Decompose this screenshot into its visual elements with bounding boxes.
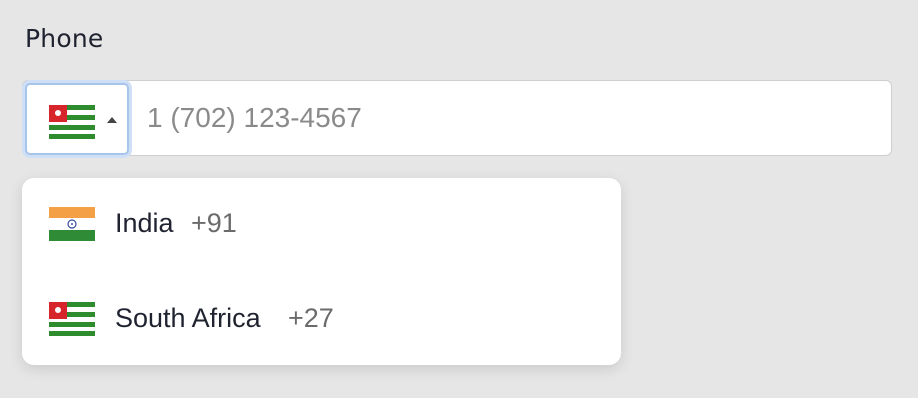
- country-dropdown: India +91 South Africa +27: [22, 178, 621, 365]
- phone-field-label: Phone: [25, 24, 104, 53]
- country-option-india[interactable]: India +91: [22, 183, 621, 263]
- dial-code: +27: [288, 303, 334, 333]
- country-name: India: [115, 208, 174, 238]
- country-name: South Africa: [115, 303, 261, 333]
- phone-field: [22, 80, 892, 156]
- country-option-south-africa[interactable]: South Africa +27: [22, 278, 621, 358]
- india-flag-icon: [49, 207, 95, 241]
- country-code-select[interactable]: [25, 83, 129, 155]
- abkhazia-flag-icon: [49, 105, 95, 139]
- phone-input[interactable]: [135, 81, 875, 155]
- dial-code: +91: [191, 208, 237, 238]
- striped-flag-icon: [49, 302, 95, 336]
- caret-up-icon: [107, 117, 117, 123]
